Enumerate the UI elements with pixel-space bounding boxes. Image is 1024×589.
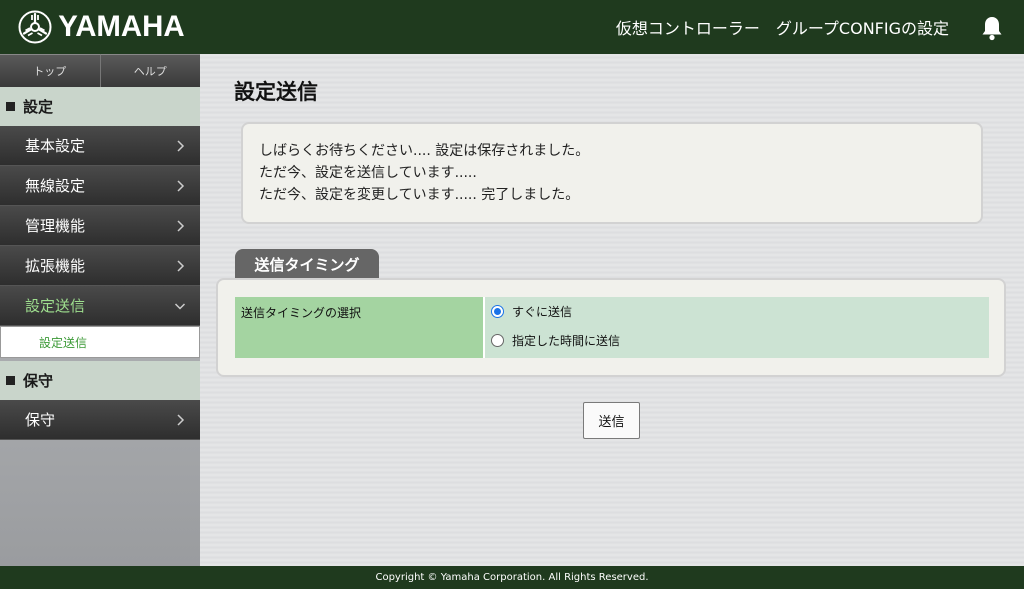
header-title: 仮想コントローラー グループCONFIGの設定	[615, 19, 949, 38]
section-settings-label: 設定	[23, 98, 54, 116]
chevron-right-icon	[177, 180, 185, 192]
status-message-line: ただ今、設定を送信しています.....	[259, 165, 477, 181]
send-button[interactable]: 送信	[583, 402, 640, 439]
sidebar-item-label: 拡張機能	[25, 257, 86, 275]
option-send-now[interactable]: すぐに送信	[491, 303, 983, 319]
sidebar-item-label: 設定送信	[25, 297, 86, 315]
header: YAMAHA 仮想コントローラー グループCONFIGの設定	[0, 0, 1024, 54]
sidebar-top-tabs: トップ ヘルプ	[0, 54, 200, 87]
sidebar-item-maintenance[interactable]: 保守	[0, 400, 200, 440]
tab-top[interactable]: トップ	[0, 54, 101, 87]
brand-name: YAMAHA	[58, 10, 185, 43]
chevron-down-icon	[174, 303, 186, 310]
sidebar-item-label: 管理機能	[25, 217, 86, 235]
send-timing-options: すぐに送信 指定した時間に送信	[485, 297, 989, 358]
chevron-right-icon	[177, 260, 185, 272]
tuning-fork-logo-icon	[18, 10, 52, 44]
chevron-right-icon	[177, 414, 185, 426]
bell-icon[interactable]	[980, 15, 1004, 41]
yamaha-logo[interactable]: YAMAHA	[18, 9, 186, 45]
send-timing-label: 送信タイミングの選択	[235, 297, 485, 358]
sidebar-item-extensions[interactable]: 拡張機能	[0, 246, 200, 286]
sidebar-item-send-settings[interactable]: 設定送信	[0, 286, 200, 326]
square-bullet-icon	[6, 102, 15, 111]
sidebar-item-label: 基本設定	[25, 137, 86, 155]
main-content: 設定送信 しばらくお待ちください.... 設定は保存されました。 ただ今、設定を…	[200, 54, 1024, 566]
option-label: 指定した時間に送信	[512, 333, 621, 348]
send-timing-panel: 送信タイミングの選択 すぐに送信 指定した時間に送信	[216, 278, 1006, 377]
sidebar-item-label: 保守	[25, 411, 56, 429]
sidebar-item-basic-settings[interactable]: 基本設定	[0, 126, 200, 166]
tab-send-timing: 送信タイミング	[235, 249, 379, 279]
status-message-box: しばらくお待ちください.... 設定は保存されました。 ただ今、設定を送信してい…	[241, 122, 983, 224]
radio-send-scheduled[interactable]	[491, 333, 504, 347]
option-send-scheduled[interactable]: 指定した時間に送信	[491, 332, 983, 348]
status-message-line: ただ今、設定を変更しています..... 完了しました。	[259, 187, 580, 203]
sidebar: トップ ヘルプ 設定 基本設定 無線設定 管理機能 拡張機能 設定送信 設定送信…	[0, 54, 200, 566]
sidebar-item-management[interactable]: 管理機能	[0, 206, 200, 246]
sidebar-item-label: 無線設定	[25, 177, 86, 195]
status-message-line: しばらくお待ちください.... 設定は保存されました。	[259, 143, 590, 159]
radio-send-now[interactable]	[491, 304, 504, 318]
page-title: 設定送信	[234, 80, 318, 104]
square-bullet-icon	[6, 376, 15, 385]
option-label: すぐに送信	[512, 304, 573, 319]
sidebar-item-wireless-settings[interactable]: 無線設定	[0, 166, 200, 206]
section-settings: 設定	[0, 87, 200, 126]
chevron-right-icon	[177, 140, 185, 152]
section-maintenance-label: 保守	[23, 372, 54, 390]
section-maintenance: 保守	[0, 361, 200, 400]
send-timing-row: 送信タイミングの選択 すぐに送信 指定した時間に送信	[235, 297, 989, 358]
footer: Copyright © Yamaha Corporation. All Righ…	[0, 566, 1024, 589]
tab-help[interactable]: ヘルプ	[100, 54, 200, 87]
chevron-right-icon	[177, 220, 185, 232]
sidebar-subitem-send-settings[interactable]: 設定送信	[0, 326, 200, 358]
